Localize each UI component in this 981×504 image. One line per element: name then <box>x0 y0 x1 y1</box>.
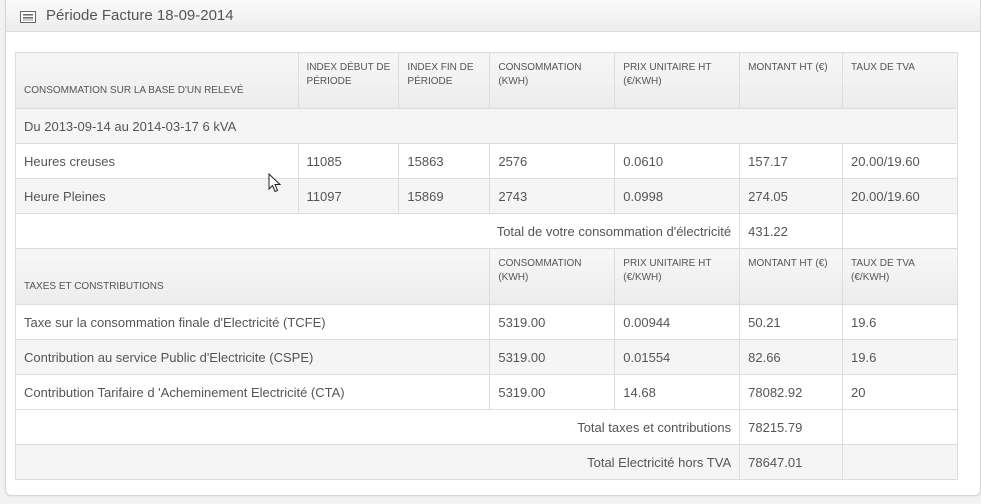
taux-tva: 19.6 <box>842 339 958 375</box>
consommation: 2743 <box>489 178 616 214</box>
prix-unitaire: 0.0998 <box>614 178 741 214</box>
taux-tva: 20 <box>842 374 958 410</box>
prix-unitaire: 0.01554 <box>614 339 741 375</box>
col-header-montant: MONTANT HT (€) <box>739 52 844 109</box>
tax-label: Taxe sur la consommation finale d'Electr… <box>14 304 491 340</box>
grand-total-row: Total Electricité hors TVA 78647.01 <box>14 444 958 480</box>
prix-unitaire: 0.00944 <box>614 304 741 340</box>
prix-unitaire: 0.0610 <box>614 143 741 179</box>
consumption-total-row: Total de votre consommation d'électricit… <box>14 213 958 249</box>
col-header-index-fin: INDEX FIN DE PÉRIODE <box>398 52 491 109</box>
table-row: Contribution Tarifaire d 'Acheminement E… <box>14 374 958 410</box>
montant: 78082.92 <box>739 374 844 410</box>
tax-label: Contribution au service Public d'Electri… <box>14 339 491 375</box>
col-header-releve: CONSOMMATION SUR LA BASE D'UN RELEVÉ <box>15 52 299 109</box>
table-row: Contribution au service Public d'Electri… <box>14 339 958 375</box>
consommation: 2576 <box>489 143 616 179</box>
col-header-consommation: CONSOMMATION (KWH) <box>489 52 616 109</box>
index-fin: 15869 <box>398 178 491 214</box>
table-row: Heures creuses 11085 15863 2576 0.0610 1… <box>15 143 958 179</box>
col-header-montant: MONTANT HT (€) <box>739 248 844 305</box>
taux-tva: 20.00/19.60 <box>842 178 958 214</box>
consumption-total-value: 431.22 <box>739 213 844 249</box>
list-icon <box>20 10 36 23</box>
grand-total-label: Total Electricité hors TVA <box>14 444 741 480</box>
col-header-taxes: TAXES ET CONSTRIBUTIONS <box>14 248 491 305</box>
col-header-consommation: CONSOMMATION (KWH) <box>489 248 616 305</box>
taxes-header-row: TAXES ET CONSTRIBUTIONS CONSOMMATION (KW… <box>14 248 958 305</box>
row-label: Heures creuses <box>15 143 299 179</box>
montant: 274.05 <box>739 178 844 214</box>
widget-header: Période Facture 18-09-2014 <box>6 0 980 32</box>
montant: 82.66 <box>739 339 844 375</box>
taux-tva: 20.00/19.60 <box>842 143 958 179</box>
period-row: Du 2013-09-14 au 2014-03-17 6 kVA <box>15 108 958 144</box>
taxes-total-row: Total taxes et contributions 78215.79 <box>14 409 958 445</box>
taxes-total-label: Total taxes et contributions <box>14 409 741 445</box>
col-header-prix-unitaire: PRIX UNITAIRE HT (€/KWH) <box>614 52 741 109</box>
grand-total-value: 78647.01 <box>739 444 844 480</box>
empty-cell <box>842 444 958 480</box>
col-header-index-debut: INDEX DÉBUT DE PÉRIODE <box>297 52 400 109</box>
period-label: Du 2013-09-14 au 2014-03-17 6 kVA <box>15 108 958 144</box>
tax-label: Contribution Tarifaire d 'Acheminement E… <box>14 374 491 410</box>
montant: 50.21 <box>739 304 844 340</box>
mouse-cursor-icon <box>268 172 282 193</box>
consumption-total-label: Total de votre consommation d'électricit… <box>14 213 741 249</box>
montant: 157.17 <box>739 143 844 179</box>
taux-tva: 19.6 <box>842 304 958 340</box>
consommation: 5319.00 <box>489 304 616 340</box>
index-fin: 15863 <box>398 143 491 179</box>
consommation: 5319.00 <box>489 374 616 410</box>
invoice-table: CONSOMMATION SUR LA BASE D'UN RELEVÉ IND… <box>14 52 958 480</box>
widget-title: Période Facture 18-09-2014 <box>46 7 234 24</box>
empty-cell <box>842 213 958 249</box>
empty-cell <box>842 409 958 445</box>
taxes-total-value: 78215.79 <box>739 409 844 445</box>
consommation: 5319.00 <box>489 339 616 375</box>
table-row: Heure Pleines 11097 15869 2743 0.0998 27… <box>15 178 958 214</box>
index-debut: 11097 <box>297 178 400 214</box>
prix-unitaire: 14.68 <box>614 374 741 410</box>
col-header-taux-tva: TAUX DE TVA <box>842 52 958 109</box>
consumption-header-row: CONSOMMATION SUR LA BASE D'UN RELEVÉ IND… <box>15 52 958 109</box>
index-debut: 11085 <box>297 143 400 179</box>
table-row: Taxe sur la consommation finale d'Electr… <box>14 304 958 340</box>
row-label: Heure Pleines <box>15 178 299 214</box>
col-header-taux-tva: TAUX DE TVA (€/KWH) <box>842 248 958 305</box>
col-header-prix-unitaire: PRIX UNITAIRE HT (€/KWH) <box>614 248 741 305</box>
